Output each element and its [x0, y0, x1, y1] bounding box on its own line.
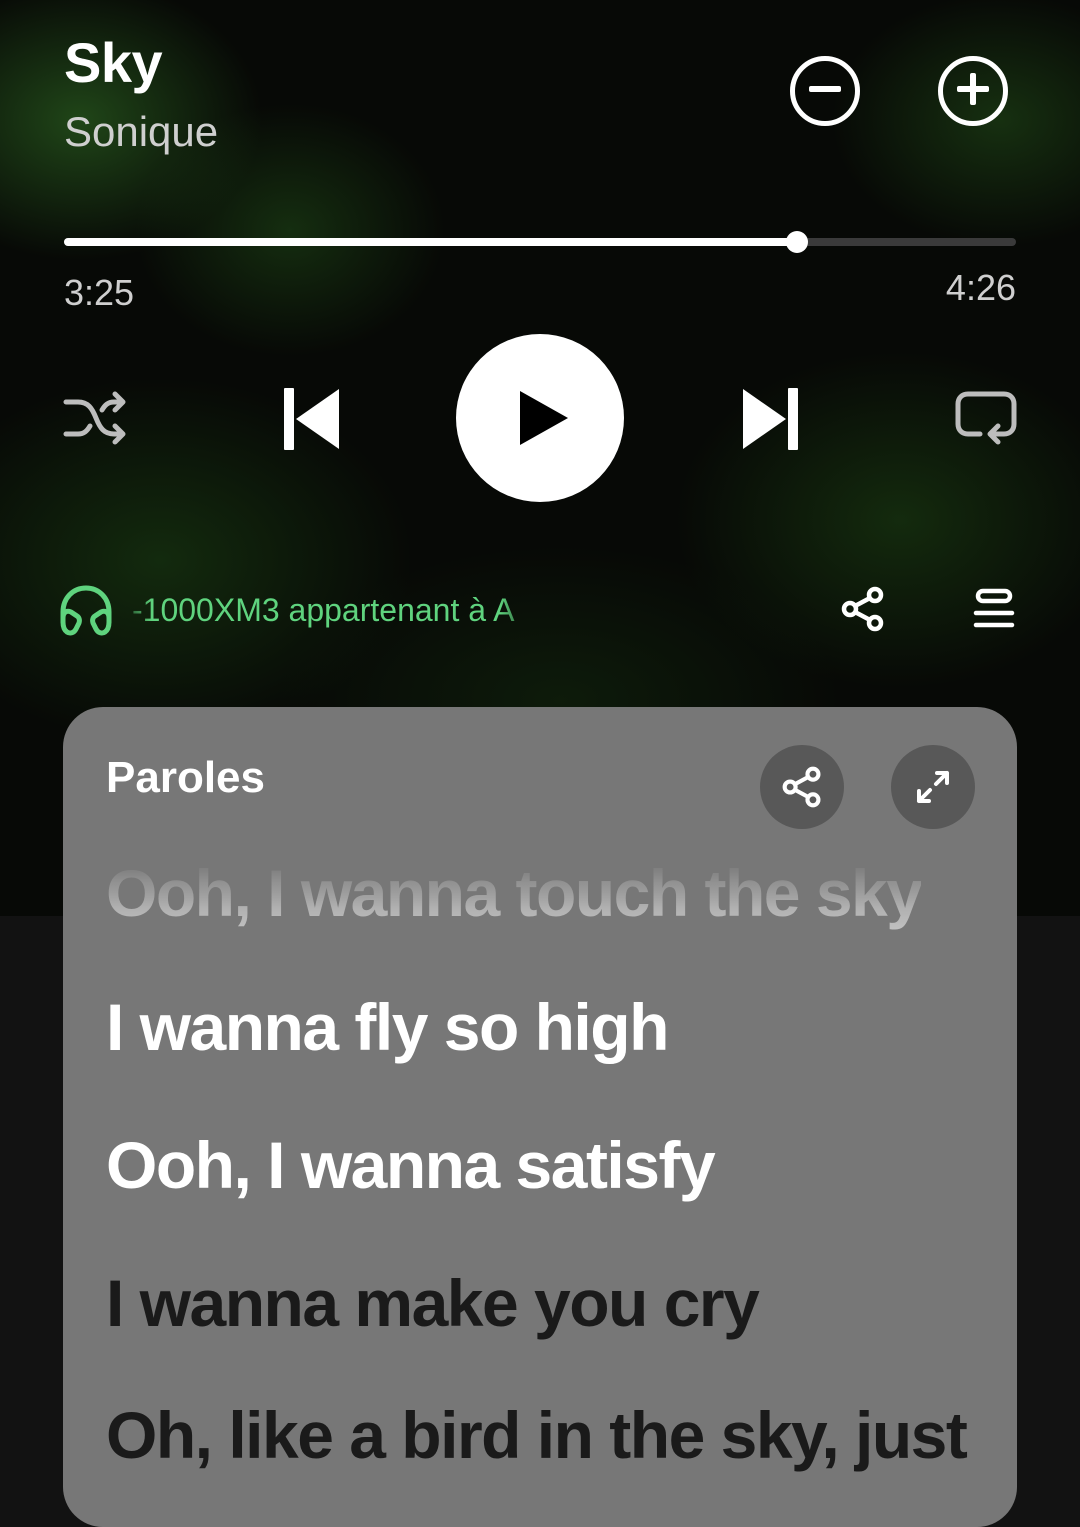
lyrics-expand-button[interactable] [891, 745, 975, 829]
share-icon [840, 586, 886, 636]
expand-icon [913, 767, 953, 807]
elapsed-time: 3:25 [64, 272, 135, 313]
play-button[interactable] [456, 334, 624, 502]
lyrics-title: Paroles [106, 753, 265, 802]
plus-circle-icon [953, 69, 993, 114]
skip-next-icon [740, 388, 800, 456]
lyrics-fade [63, 837, 1017, 907]
connected-device[interactable]: -1000XM3 appartenant à A [58, 582, 532, 638]
queue-button[interactable] [972, 588, 1016, 632]
shuffle-icon [62, 391, 128, 452]
share-button[interactable] [840, 586, 886, 632]
shuffle-button[interactable] [62, 388, 128, 448]
queue-icon [972, 588, 1016, 636]
add-button[interactable] [938, 56, 1008, 126]
next-button[interactable] [740, 386, 800, 452]
lyric-line[interactable]: Oh, like a bird in the sky, just [106, 1397, 968, 1473]
play-icon [518, 389, 570, 447]
repeat-button[interactable] [954, 390, 1018, 448]
progress-bar[interactable] [64, 231, 1016, 253]
repeat-icon [954, 391, 1018, 452]
total-time: 4:26 [945, 267, 1016, 308]
track-title: Sky [64, 31, 163, 94]
previous-button[interactable] [282, 386, 342, 452]
skip-previous-icon [282, 388, 342, 456]
minus-circle-icon [805, 69, 845, 114]
lyrics-share-button[interactable] [760, 745, 844, 829]
device-name: -1000XM3 appartenant à A [132, 591, 515, 628]
lyric-line[interactable]: I wanna fly so high [106, 989, 669, 1065]
headphones-icon [58, 584, 114, 636]
progress-thumb[interactable] [786, 231, 809, 253]
remove-button[interactable] [790, 56, 860, 126]
lyrics-card[interactable]: Paroles Ooh, I wanna touch the sky I wan… [63, 707, 1017, 1527]
track-artist[interactable]: Sonique [64, 108, 218, 156]
lyric-line[interactable]: Ooh, I wanna satisfy [106, 1127, 716, 1203]
lyric-line[interactable]: I wanna make you cry [106, 1265, 760, 1341]
progress-fill [64, 238, 798, 246]
share-icon [781, 766, 823, 808]
